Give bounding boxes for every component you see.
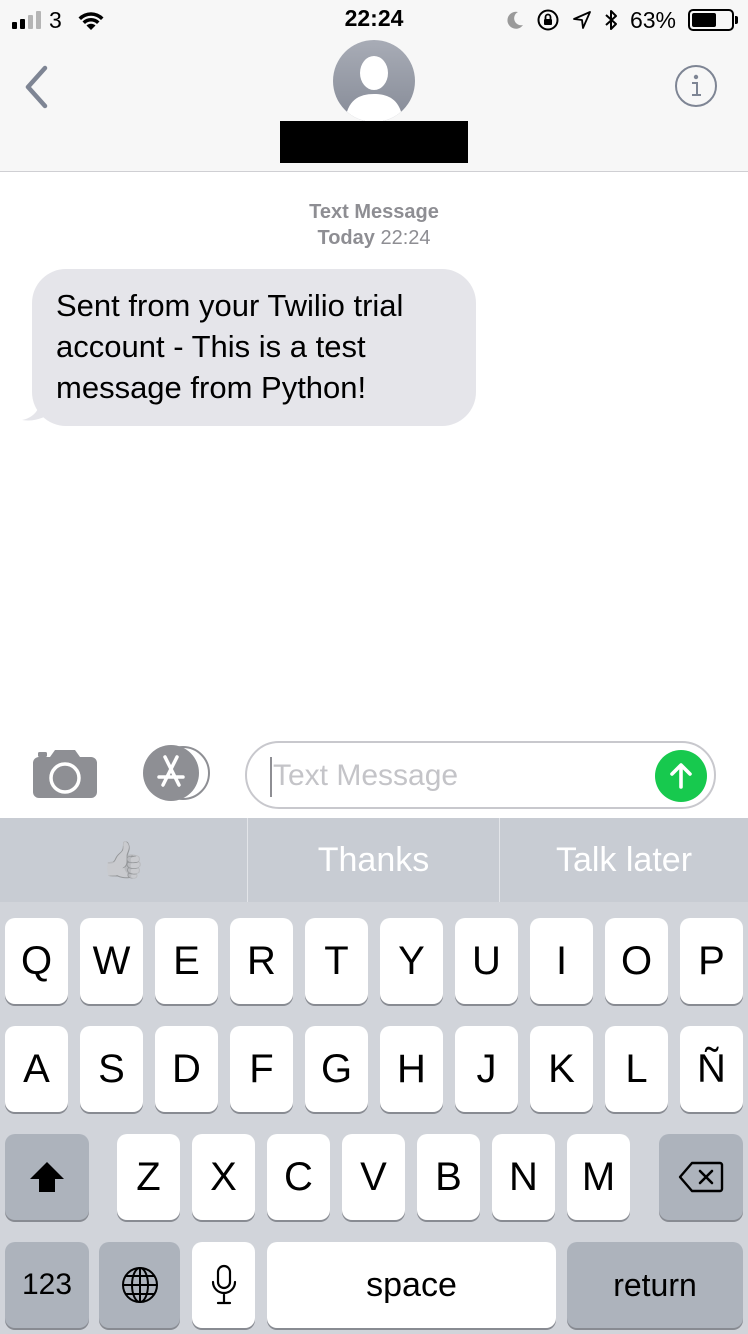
key-q[interactable]: Q: [5, 918, 68, 1004]
key-n-tilde[interactable]: Ñ: [680, 1026, 743, 1112]
key-o[interactable]: O: [605, 918, 668, 1004]
delete-icon: [678, 1161, 724, 1193]
delete-key[interactable]: [659, 1134, 743, 1220]
time-label: 22:24: [380, 227, 431, 249]
key-n[interactable]: N: [492, 1134, 555, 1220]
key-l[interactable]: L: [605, 1026, 668, 1112]
key-g[interactable]: G: [305, 1026, 368, 1112]
key-a[interactable]: A: [5, 1026, 68, 1112]
info-icon[interactable]: [674, 64, 718, 108]
send-arrow-icon: [670, 763, 692, 789]
thumbs-up-icon: 👍: [101, 839, 146, 880]
key-k[interactable]: K: [530, 1026, 593, 1112]
microphone-icon: [211, 1264, 236, 1305]
key-e[interactable]: E: [155, 918, 218, 1004]
key-f[interactable]: F: [230, 1026, 293, 1112]
predictive-bar: 👍 Thanks Talk later: [0, 818, 748, 902]
key-j[interactable]: J: [455, 1026, 518, 1112]
key-i[interactable]: I: [530, 918, 593, 1004]
key-t[interactable]: T: [305, 918, 368, 1004]
app-store-icon[interactable]: [139, 745, 213, 801]
battery-percent: 63%: [629, 6, 676, 33]
back-chevron-icon[interactable]: [18, 62, 58, 112]
conversation-header: [0, 40, 748, 172]
key-m[interactable]: M: [567, 1134, 630, 1220]
key-c[interactable]: C: [267, 1134, 330, 1220]
space-key[interactable]: space: [267, 1242, 556, 1328]
camera-icon[interactable]: [32, 749, 98, 799]
status-bar-right: 63%: [506, 6, 738, 34]
suggestion-thanks[interactable]: Thanks: [248, 818, 500, 902]
shift-key[interactable]: [5, 1134, 89, 1220]
key-p[interactable]: P: [680, 918, 743, 1004]
incoming-message-bubble[interactable]: Sent from your Twilio trial account - Th…: [32, 269, 476, 426]
key-x[interactable]: X: [192, 1134, 255, 1220]
send-button[interactable]: [655, 750, 707, 802]
globe-key[interactable]: [99, 1242, 180, 1328]
key-z[interactable]: Z: [117, 1134, 180, 1220]
message-input-field[interactable]: [245, 741, 716, 809]
location-icon: [573, 11, 591, 29]
suggestion-talk-later[interactable]: Talk later: [500, 818, 748, 902]
globe-icon: [121, 1267, 158, 1303]
message-input[interactable]: [273, 755, 643, 797]
message-timestamp: Text Message Today 22:24: [0, 199, 748, 251]
date-label: Today: [317, 227, 375, 249]
moon-icon: [507, 11, 523, 29]
avatar-icon[interactable]: [333, 40, 415, 122]
contact-name-redacted[interactable]: [280, 121, 468, 163]
key-u[interactable]: U: [455, 918, 518, 1004]
numbers-key[interactable]: 123: [5, 1242, 89, 1328]
battery-icon: [688, 9, 738, 31]
key-d[interactable]: D: [155, 1026, 218, 1112]
key-b[interactable]: B: [417, 1134, 480, 1220]
key-r[interactable]: R: [230, 918, 293, 1004]
key-v[interactable]: V: [342, 1134, 405, 1220]
text-caret: [270, 757, 272, 797]
suggestion-thumbs-up[interactable]: 👍: [0, 818, 248, 902]
orientation-lock-icon: [537, 9, 559, 31]
key-s[interactable]: S: [80, 1026, 143, 1112]
shift-icon: [30, 1162, 64, 1192]
dictation-key[interactable]: [192, 1242, 255, 1328]
date-time-label: Today 22:24: [0, 225, 748, 251]
person-silhouette-icon: [345, 56, 403, 122]
key-h[interactable]: H: [380, 1026, 443, 1112]
battery-level-fill: [692, 13, 716, 27]
key-w[interactable]: W: [80, 918, 143, 1004]
service-label: Text Message: [309, 201, 439, 223]
return-key[interactable]: return: [567, 1242, 743, 1328]
bluetooth-icon: [605, 10, 617, 30]
key-y[interactable]: Y: [380, 918, 443, 1004]
keyboard: 👍 Thanks Talk later Q W E R T Y U I O P …: [0, 818, 748, 1334]
status-bar: 3 22:24 63%: [0, 0, 748, 40]
